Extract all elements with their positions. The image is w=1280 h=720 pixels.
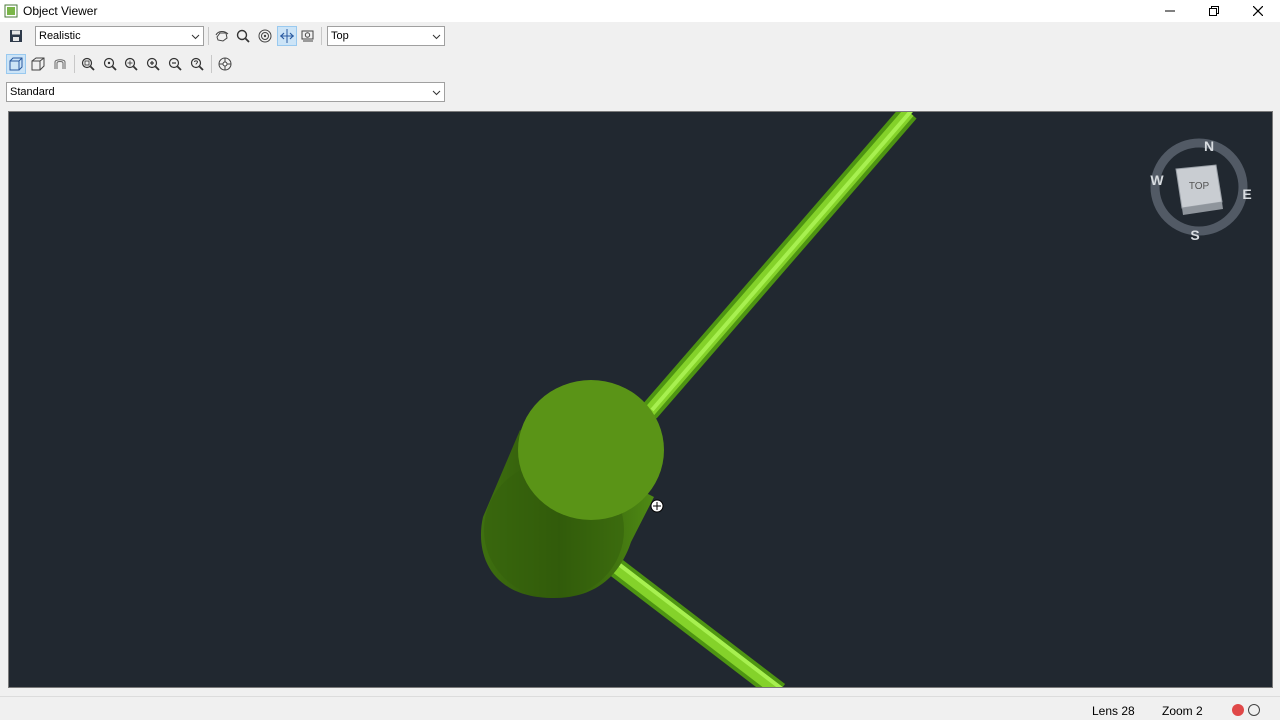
restore-icon <box>1209 6 1219 16</box>
cube-perspective-icon <box>31 57 45 71</box>
ucs-select[interactable]: Standard <box>6 82 445 102</box>
zoom-extents-2-button[interactable] <box>121 54 141 74</box>
zoom-extents-icon <box>124 57 138 71</box>
record-indicator-icon[interactable] <box>1232 704 1244 716</box>
minimize-button[interactable] <box>1148 0 1192 22</box>
zoom-in-button[interactable] <box>143 54 163 74</box>
zoom-realtime-button[interactable] <box>233 26 253 46</box>
window-title: Object Viewer <box>23 4 98 18</box>
minimize-icon <box>1165 10 1175 12</box>
compass-west-label[interactable]: W <box>1150 172 1164 188</box>
chevron-down-icon <box>191 34 200 40</box>
save-button[interactable] <box>6 26 26 46</box>
perspective-view-button[interactable] <box>28 54 48 74</box>
close-icon <box>1253 6 1263 16</box>
parallel-view-button[interactable] <box>6 54 26 74</box>
zoom-previous-icon <box>190 57 204 71</box>
close-button[interactable] <box>1236 0 1280 22</box>
free-orbit-button[interactable] <box>50 54 70 74</box>
camera-icon <box>301 30 314 42</box>
toolbar-row-1: Realistic Top <box>0 25 450 47</box>
target-icon <box>258 29 272 43</box>
cylinder-object[interactable] <box>480 380 664 598</box>
compass-east-label[interactable]: E <box>1242 186 1251 202</box>
zoom-previous-button[interactable] <box>187 54 207 74</box>
3d-viewport[interactable]: TOP N S E W <box>8 111 1273 688</box>
steering-wheel-icon <box>218 57 232 71</box>
zoom-window-button[interactable] <box>78 54 98 74</box>
status-bar: Lens 28 Zoom 2 <box>0 696 1280 720</box>
cube-parallel-icon <box>9 57 23 71</box>
header-empty-area <box>450 22 1280 108</box>
pan-icon <box>280 29 294 43</box>
lens-status: Lens 28 <box>1092 704 1135 718</box>
app-icon <box>4 4 18 18</box>
status-toggle-icon[interactable] <box>1248 704 1260 716</box>
chevron-down-icon <box>432 34 441 40</box>
orbit-icon <box>215 31 229 42</box>
cylinder-top-face[interactable] <box>518 380 664 520</box>
magnifier-icon <box>236 29 250 43</box>
restore-button[interactable] <box>1192 0 1236 22</box>
toolbar-row-2 <box>0 53 450 75</box>
ucs-value: Standard <box>10 86 55 98</box>
compass-north-label[interactable]: N <box>1204 138 1214 154</box>
viewcube[interactable]: TOP N S E W <box>1150 138 1251 243</box>
pan-cursor-icon <box>650 499 664 513</box>
zoom-out-button[interactable] <box>165 54 185 74</box>
zoom-in-icon <box>146 57 160 71</box>
save-icon <box>10 30 22 42</box>
zoom-out-icon <box>168 57 182 71</box>
view-select[interactable]: Top <box>327 26 445 46</box>
compass-south-label[interactable]: S <box>1190 227 1199 243</box>
zoom-center-button[interactable] <box>100 54 120 74</box>
viewcube-face-label: TOP <box>1189 181 1210 192</box>
pipe-upper[interactable] <box>641 112 917 419</box>
chevron-down-icon <box>432 90 441 96</box>
orbit-button[interactable] <box>212 26 232 46</box>
title-bar: Object Viewer <box>0 0 1280 22</box>
visual-style-value: Realistic <box>39 30 81 42</box>
scene: TOP N S E W <box>480 112 1252 688</box>
zoom-center-icon <box>103 57 117 71</box>
zoom-extents-button[interactable] <box>255 26 275 46</box>
view-value: Top <box>331 30 349 42</box>
free-orbit-icon <box>54 59 66 69</box>
zoom-status: Zoom 2 <box>1162 704 1203 718</box>
zoom-window-icon <box>81 57 95 71</box>
camera-button[interactable] <box>298 26 318 46</box>
steering-wheel-button[interactable] <box>215 54 235 74</box>
pipe-lower[interactable] <box>602 554 786 688</box>
pan-button[interactable] <box>277 26 297 46</box>
visual-style-select[interactable]: Realistic <box>35 26 204 46</box>
toolbar-area: Realistic Top Standard <box>0 22 450 108</box>
